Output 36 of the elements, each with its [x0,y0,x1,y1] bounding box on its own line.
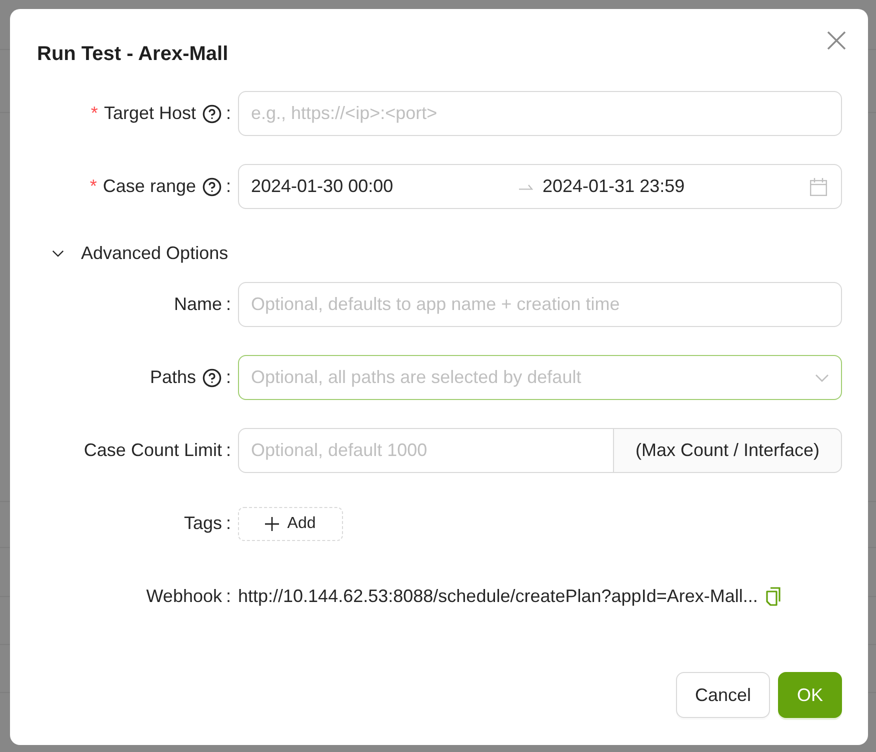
field-label: Case Count Limit [84,439,222,462]
label-colon: : [226,175,231,198]
copy-button[interactable] [766,587,781,606]
field-label: Name [174,293,222,316]
copy-icon [766,587,781,606]
field-label: Tags [184,512,222,535]
unit-addon: (Max Count / Interface) [614,428,842,473]
dialog-title: Run Test - Arex-Mall [37,42,228,67]
close-icon [827,31,846,50]
start-date[interactable]: 2024-01-30 00:00 [251,173,510,200]
field-label: Webhook [146,585,222,608]
webhook-url: http://10.144.62.53:8088/schedule/createPlan?appId=Arex-Mall... [238,585,758,608]
label-colon: : [226,102,231,125]
text-input[interactable]: e.g., https://<ip>:<port> [238,91,842,136]
field-label: Target Host [104,102,196,125]
advanced-options-toggle[interactable]: Advanced Options [37,239,228,267]
field-label: Case range [102,175,196,198]
end-date[interactable]: 2024-01-31 23:59 [540,173,802,200]
label-colon: : [226,293,231,316]
label-colon: : [226,366,231,389]
label-colon: : [226,585,231,608]
required-mark: * [90,102,98,125]
label-colon: : [226,512,231,535]
add-tag-button[interactable]: Add [238,506,343,540]
plus-icon [265,516,280,530]
chevron-down-icon [815,374,829,382]
chevron-down-icon [52,250,64,256]
text-input[interactable]: Optional, defaults to app name + creation time [238,282,842,327]
required-mark: * [90,175,97,198]
cancel-button[interactable]: Cancel [676,672,770,718]
date-range-field[interactable]: 2024-01-30 00:00 2024-01-31 23:59 [238,164,842,209]
label-colon: : [226,439,231,462]
field-label: Paths [150,366,196,389]
number-input[interactable]: Optional, default 1000 [238,428,614,473]
close-button[interactable] [827,31,846,50]
calendar-icon [810,178,827,196]
